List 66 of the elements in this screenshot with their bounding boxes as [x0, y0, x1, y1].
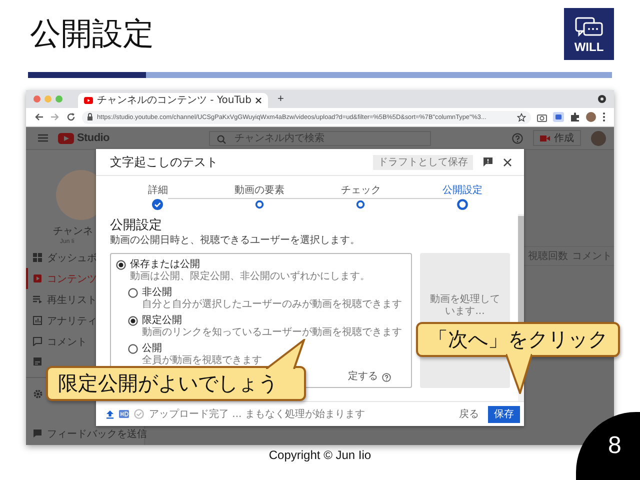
close-icon[interactable] [255, 97, 262, 104]
premiere-text: 定する [348, 371, 378, 383]
chart-icon [33, 316, 42, 325]
close-icon[interactable] [503, 158, 512, 166]
lock-icon [87, 113, 93, 121]
video-play-icon [33, 274, 42, 283]
speech-bubbles-icon [574, 16, 604, 40]
gear-icon[interactable] [33, 388, 43, 398]
option-description: 全員が動画を視聴できます [142, 355, 263, 367]
logo-text: WILL [574, 40, 604, 52]
new-tab-button[interactable]: + [274, 92, 287, 106]
step-label[interactable]: 動画の要素 [234, 185, 284, 197]
section-description: 動画の公開日時と、視聴できるユーザーを選択します。 [110, 234, 361, 247]
check-circle-icon [134, 409, 144, 419]
option-description: 動画のリンクを知っているユーザーが動画を視聴できます [142, 327, 403, 339]
step-circle-icon[interactable] [355, 199, 366, 210]
option-label[interactable]: 保存または公開 [130, 259, 200, 271]
upload-status: アップロード完了 ... まもなく処理が始まります [149, 408, 365, 421]
puzzle-icon[interactable] [570, 112, 580, 122]
copyright-text: Copyright © Jun Iio [268, 448, 372, 462]
save-draft-button[interactable]: ドラフトとして保存 [373, 154, 473, 170]
video-play-icon [84, 97, 93, 104]
comment-icon [33, 337, 42, 346]
feedback-icon[interactable] [483, 157, 493, 167]
dialog-title: 文字起こしのテスト [110, 154, 218, 170]
hd-icon [119, 410, 129, 418]
step-label[interactable]: チェック [340, 185, 381, 197]
browser-tab[interactable]: チャンネルのコンテンツ - YouTub [78, 93, 268, 108]
extension-icon[interactable] [553, 112, 564, 122]
camera-icon [540, 134, 550, 142]
step-circle-icon[interactable] [456, 199, 468, 210]
step-label[interactable]: 詳細 [148, 185, 168, 197]
preview-status: 動画を処理しています... [429, 294, 501, 318]
help-icon[interactable] [382, 372, 391, 382]
menu-icon[interactable] [602, 112, 606, 122]
help-icon[interactable] [512, 132, 523, 144]
radio-button[interactable] [128, 344, 138, 354]
subtitles-icon[interactable] [33, 357, 42, 366]
star-icon[interactable] [517, 112, 526, 122]
playlist-icon [33, 295, 42, 304]
search-icon [217, 134, 226, 144]
radio-button[interactable] [128, 316, 138, 326]
studio-logo-text: Studio [77, 132, 110, 144]
upload-icon [106, 410, 114, 418]
option-label[interactable]: 非公開 [142, 287, 172, 299]
back-icon[interactable] [34, 112, 44, 122]
save-button[interactable]: 保存 [488, 406, 520, 422]
circle-icon[interactable] [598, 95, 606, 103]
radio-button[interactable] [128, 288, 138, 298]
step-circle-icon[interactable] [254, 199, 265, 210]
video-play-icon [58, 132, 74, 144]
option-label[interactable]: 公開 [142, 343, 162, 355]
check-circle-icon[interactable] [152, 199, 164, 210]
back-button[interactable]: 戻る [455, 407, 483, 421]
slide-title: 公開設定 [30, 15, 154, 53]
option-label[interactable]: 限定公開 [142, 315, 182, 327]
step-label[interactable]: 公開設定 [442, 185, 482, 197]
radio-button[interactable] [116, 260, 126, 270]
profile-avatar[interactable] [586, 112, 596, 122]
section-heading: 公開設定 [110, 218, 163, 234]
option-description: 自分と自分が選択したユーザーのみが動画を視聴できます [142, 299, 403, 311]
dashboard-icon [33, 253, 42, 262]
reload-icon[interactable] [66, 112, 76, 122]
channel-name: チャンネ [53, 226, 93, 238]
feedback-icon [33, 429, 42, 438]
camera-icon[interactable] [537, 112, 547, 122]
